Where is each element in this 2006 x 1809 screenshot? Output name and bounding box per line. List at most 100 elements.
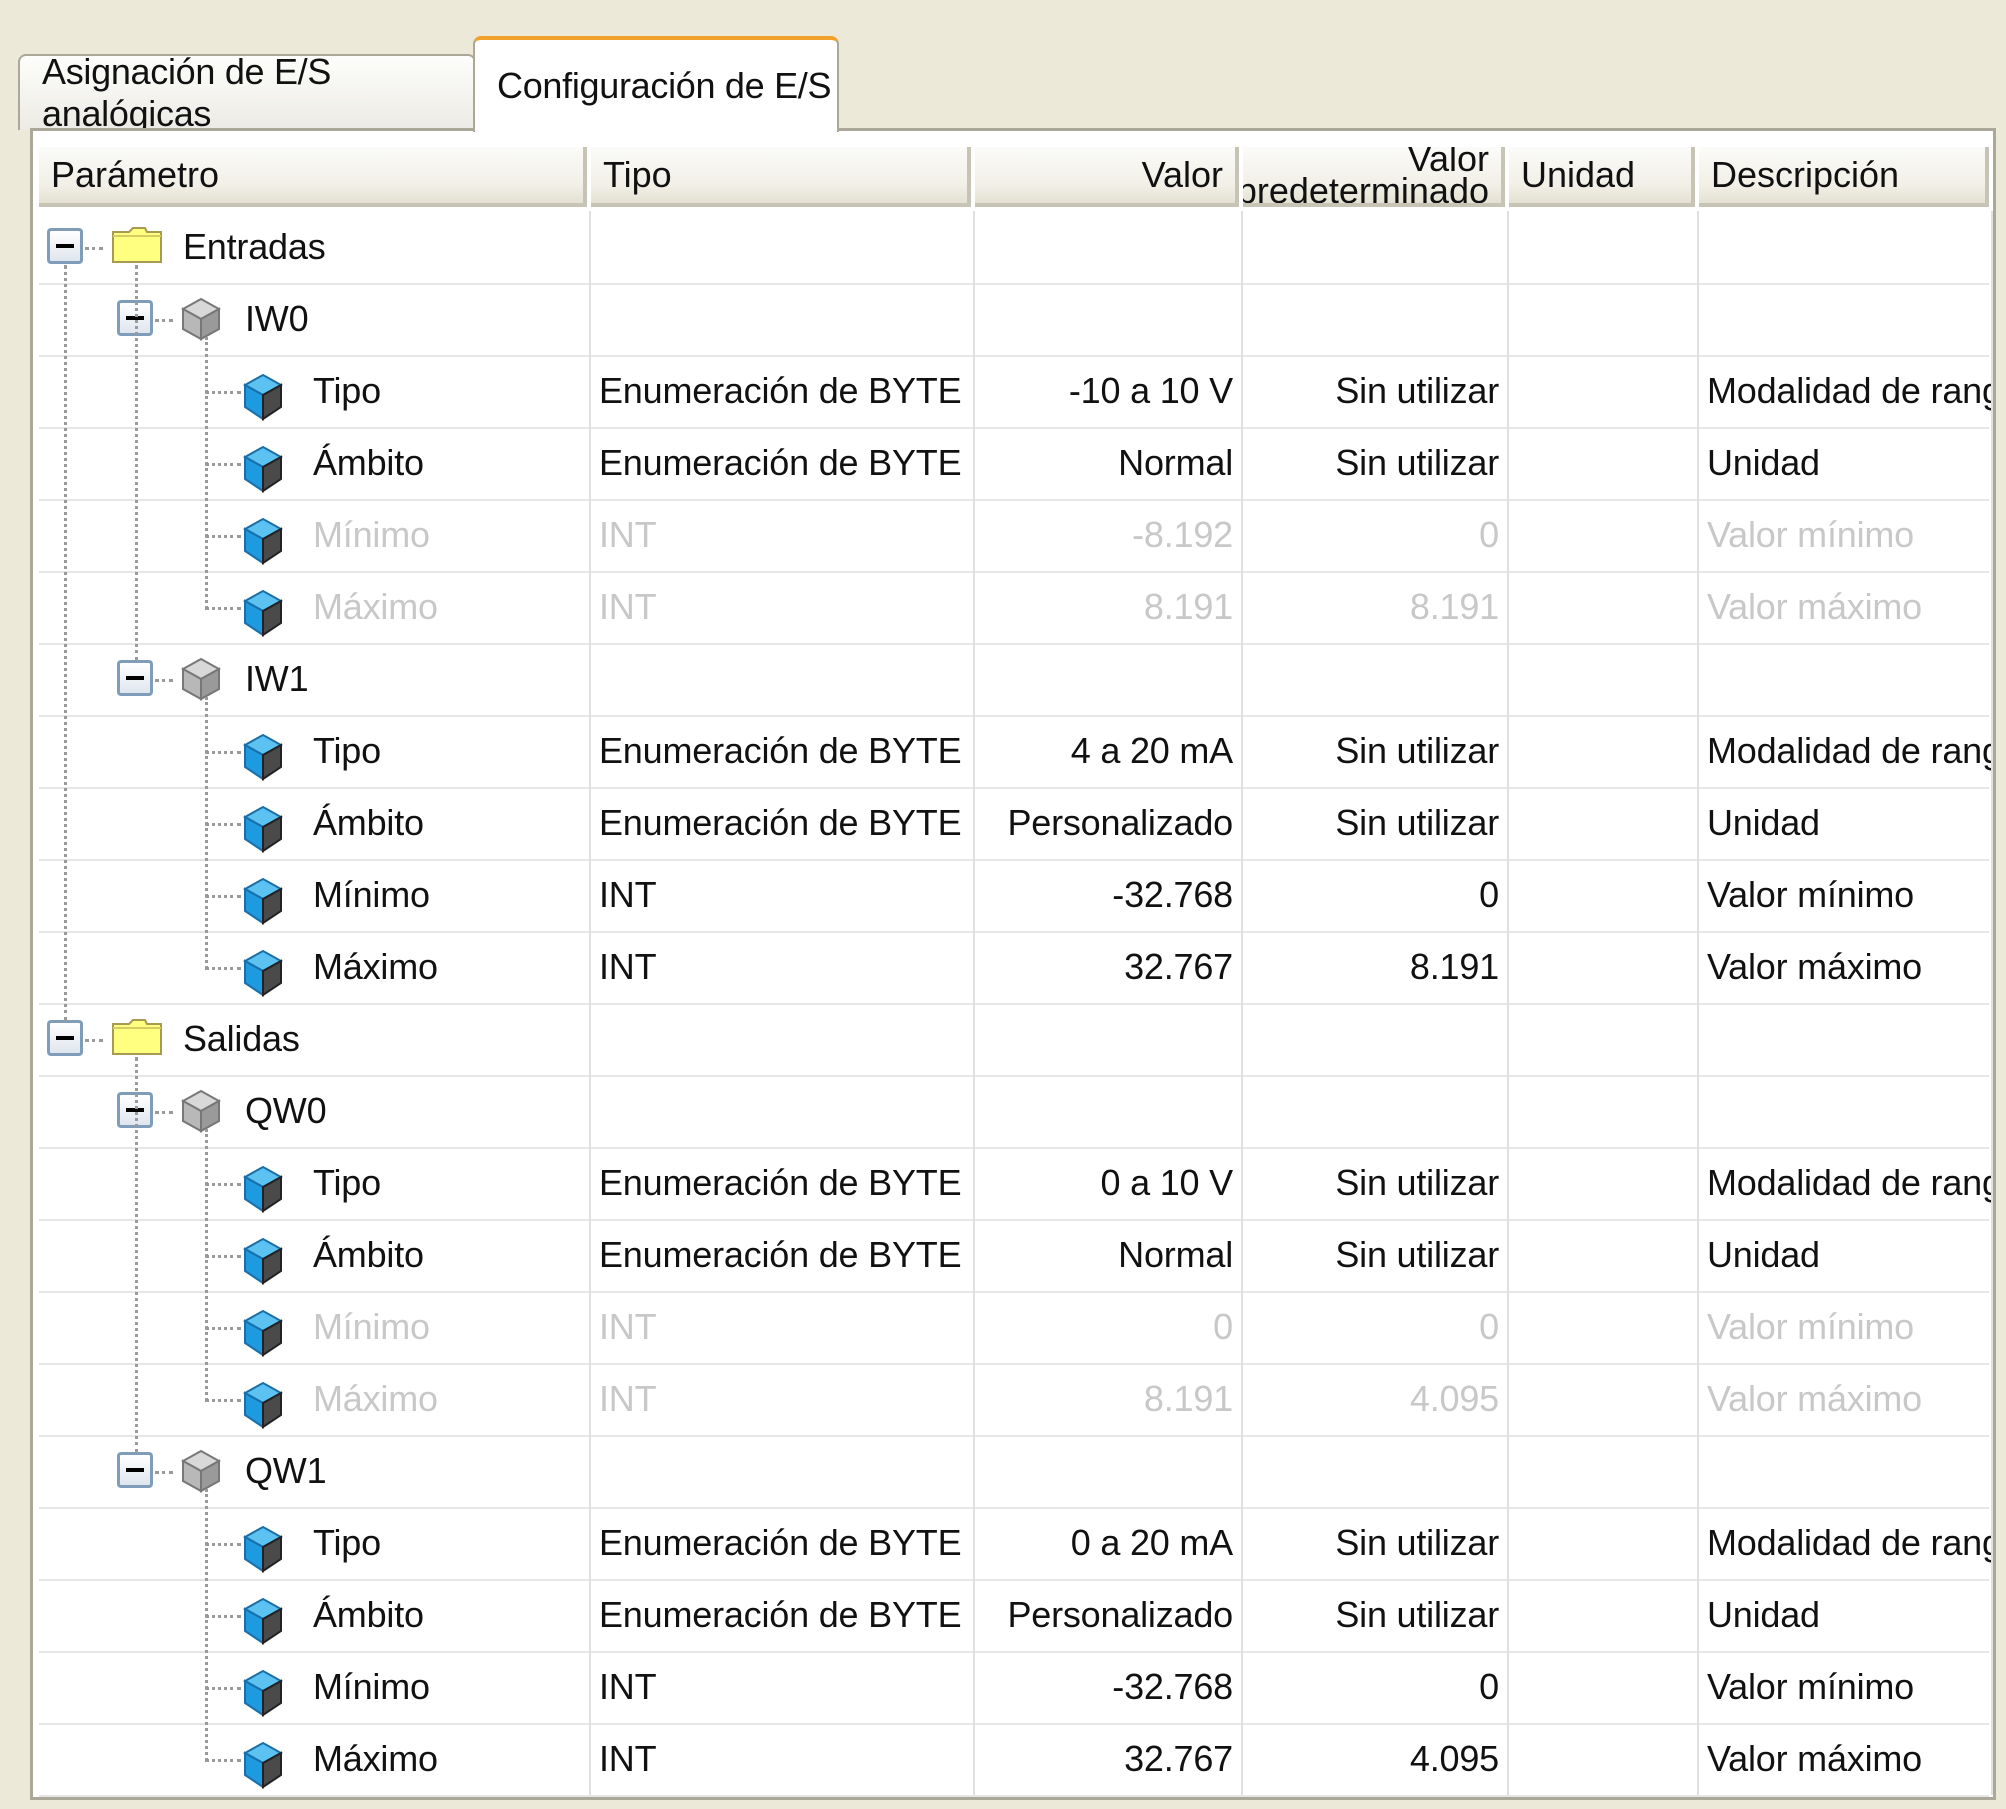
- unidad-cell: [1509, 1291, 1699, 1363]
- parameter-cube-icon: [242, 1237, 284, 1285]
- tree-device-row-qw0[interactable]: QW0: [39, 1075, 1993, 1149]
- tree-device-row-qw1[interactable]: QW1: [39, 1435, 1993, 1509]
- table-row[interactable]: Ámbito Enumeración de BYTE Personalizado Si…: [39, 1579, 1993, 1653]
- parameter-name: Ámbito: [313, 1234, 424, 1275]
- tree-connector: [205, 1489, 208, 1761]
- descripcion-cell: Valor máximo: [1699, 1363, 1993, 1435]
- descripcion-cell: Valor mínimo: [1699, 859, 1993, 931]
- valor-cell[interactable]: 8.191: [975, 571, 1243, 643]
- table-row[interactable]: Máximo INT 8.191 4.095 Valor máximo: [39, 1363, 1993, 1437]
- parameter-cube-icon: [242, 733, 284, 781]
- valor-cell[interactable]: 0 a 20 mA: [975, 1507, 1243, 1579]
- table-row[interactable]: Tipo Enumeración de BYTE 0 a 10 V Sin utili…: [39, 1147, 1993, 1221]
- valor-cell[interactable]: Personalizado: [975, 787, 1243, 859]
- valor-cell[interactable]: 32.767: [975, 1723, 1243, 1795]
- table-row[interactable]: Mínimo INT -32.768 0 Valor mínimo: [39, 1651, 1993, 1725]
- unidad-cell: [1509, 427, 1699, 499]
- valor-cell[interactable]: 32.767: [975, 931, 1243, 1003]
- descripcion-cell: Valor máximo: [1699, 571, 1993, 643]
- header-tipo[interactable]: Tipo: [591, 147, 971, 207]
- tipo-cell: Enumeración de BYTE: [591, 1507, 975, 1579]
- parameter-name: Ámbito: [313, 802, 424, 843]
- tree-node-label: Entradas: [183, 226, 326, 267]
- header-valor[interactable]: Valor: [975, 147, 1239, 207]
- tree-folder-row-salidas[interactable]: Salidas: [39, 1003, 1993, 1077]
- table-row[interactable]: Tipo Enumeración de BYTE -10 a 10 V Sin uti…: [39, 355, 1993, 429]
- table-row[interactable]: Ámbito Enumeración de BYTE Normal Sin utili…: [39, 1219, 1993, 1293]
- table-row[interactable]: Tipo Enumeración de BYTE 0 a 20 mA Sin util…: [39, 1507, 1993, 1581]
- valor-cell[interactable]: Personalizado: [975, 1579, 1243, 1651]
- predeterminado-cell: Sin utilizar: [1243, 715, 1509, 787]
- table-row[interactable]: Máximo INT 8.191 8.191 Valor máximo: [39, 571, 1993, 645]
- predeterminado-cell: Sin utilizar: [1243, 355, 1509, 427]
- valor-cell[interactable]: -32.768: [975, 1651, 1243, 1723]
- predeterminado-cell: Sin utilizar: [1243, 787, 1509, 859]
- parameter-name: Máximo: [313, 946, 438, 987]
- tab-asignacion[interactable]: Asignación de E/S analógicas: [18, 51, 476, 134]
- parameter-cube-icon: [242, 589, 284, 637]
- unidad-cell: [1509, 211, 1699, 283]
- descripcion-cell: [1699, 643, 1993, 715]
- header-descripcion[interactable]: Descripción: [1699, 147, 1989, 207]
- tipo-cell: [591, 211, 975, 283]
- folder-icon: [111, 226, 163, 264]
- collapse-toggle-icon[interactable]: [117, 660, 153, 696]
- valor-cell: [975, 211, 1243, 283]
- table-row[interactable]: Ámbito Enumeración de BYTE Normal Sin utili…: [39, 427, 1993, 501]
- valor-cell[interactable]: 8.191: [975, 1363, 1243, 1435]
- tipo-cell: INT: [591, 859, 975, 931]
- parametro-cell: Tipo: [39, 1507, 591, 1579]
- unidad-cell: [1509, 355, 1699, 427]
- unidad-cell: [1509, 931, 1699, 1003]
- tipo-cell: Enumeración de BYTE: [591, 1579, 975, 1651]
- tree-connector: [205, 607, 241, 610]
- parameter-cube-icon: [242, 949, 284, 997]
- tab-label: Asignación de E/S analógicas: [42, 51, 332, 134]
- parameter-cube-icon: [242, 1597, 284, 1645]
- descripcion-cell: Unidad: [1699, 1219, 1993, 1291]
- predeterminado-cell: Sin utilizar: [1243, 1507, 1509, 1579]
- parametro-cell: QW1: [39, 1435, 591, 1507]
- table-row[interactable]: Ámbito Enumeración de BYTE Personalizado Si…: [39, 787, 1993, 861]
- collapse-toggle-icon[interactable]: [47, 1020, 83, 1056]
- valor-cell[interactable]: -8.192: [975, 499, 1243, 571]
- descripcion-cell: Modalidad de rango: [1699, 715, 1993, 787]
- table-row[interactable]: Mínimo INT -8.192 0 Valor mínimo: [39, 499, 1993, 573]
- table-row[interactable]: Máximo INT 32.767 8.191 Valor máximo: [39, 931, 1993, 1005]
- io-config-panel: Parámetro Tipo Valor Valor predeterminad…: [30, 128, 1996, 1800]
- valor-cell[interactable]: -10 a 10 V: [975, 355, 1243, 427]
- parameter-name: Tipo: [313, 370, 381, 411]
- valor-cell[interactable]: 0 a 10 V: [975, 1147, 1243, 1219]
- table-row[interactable]: Mínimo INT -32.768 0 Valor mínimo: [39, 859, 1993, 933]
- parametro-cell: Máximo: [39, 1363, 591, 1435]
- valor-cell[interactable]: -32.768: [975, 859, 1243, 931]
- unidad-cell: [1509, 1579, 1699, 1651]
- collapse-toggle-icon[interactable]: [47, 228, 83, 264]
- tipo-cell: [591, 1003, 975, 1075]
- descripcion-cell: Modalidad de rango: [1699, 1147, 1993, 1219]
- tree-device-row-iw0[interactable]: IW0: [39, 283, 1993, 357]
- unidad-cell: [1509, 715, 1699, 787]
- parameter-name: Mínimo: [313, 514, 430, 555]
- table-row[interactable]: Máximo INT 32.767 4.095 Valor máximo: [39, 1723, 1993, 1797]
- collapse-toggle-icon[interactable]: [117, 1452, 153, 1488]
- valor-cell[interactable]: Normal: [975, 1219, 1243, 1291]
- valor-cell[interactable]: 4 a 20 mA: [975, 715, 1243, 787]
- predeterminado-cell: 0: [1243, 1291, 1509, 1363]
- tree-connector: [155, 679, 173, 682]
- parametro-cell: Mínimo: [39, 1651, 591, 1723]
- tab-configuracion[interactable]: Configuración de E/S: [473, 36, 839, 132]
- descripcion-cell: Valor mínimo: [1699, 499, 1993, 571]
- table-row[interactable]: Tipo Enumeración de BYTE 4 a 20 mA Sin util…: [39, 715, 1993, 789]
- header-parametro[interactable]: Parámetro: [39, 147, 587, 207]
- tree-folder-row-entradas[interactable]: Entradas: [39, 211, 1993, 285]
- tree-device-row-iw1[interactable]: IW1: [39, 643, 1993, 717]
- parametro-cell: Ámbito: [39, 427, 591, 499]
- parametro-cell: QW0: [39, 1075, 591, 1147]
- table-row[interactable]: Mínimo INT 0 0 Valor mínimo: [39, 1291, 1993, 1365]
- valor-cell[interactable]: Normal: [975, 427, 1243, 499]
- header-valor-predeterminado[interactable]: Valor predeterminado: [1243, 147, 1505, 207]
- tree-node-label: QW0: [245, 1090, 327, 1131]
- valor-cell[interactable]: 0: [975, 1291, 1243, 1363]
- header-unidad[interactable]: Unidad: [1509, 147, 1695, 207]
